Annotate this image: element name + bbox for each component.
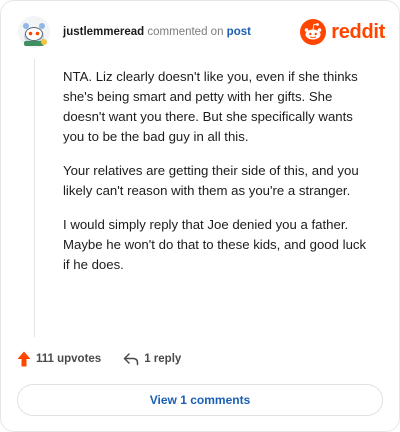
upvote-button[interactable]: 111 upvotes [17,351,101,367]
comment-byline: justlemmeread commented on post [63,26,251,38]
thread-line[interactable] [34,59,35,337]
upvote-count: 111 upvotes [36,353,102,365]
avatar-snoo-icon[interactable] [17,15,51,49]
reddit-wordmark: reddit [331,20,385,43]
reply-button[interactable]: 1 reply [123,352,181,366]
comment-paragraph: Your relatives are getting their side of… [63,163,359,198]
reply-arrow-icon [123,353,139,366]
comment-actions: 111 upvotes 1 reply [17,349,181,369]
comment-body: NTA. Liz clearly doesn't like you, even … [63,67,375,289]
comment-paragraph: I would simply reply that Joe denied you… [63,217,367,272]
upvote-arrow-icon [17,351,31,367]
post-link[interactable]: post [227,26,251,38]
reddit-logo-icon [300,19,327,45]
comment-card: justlemmeread commented on post reddit N… [0,0,400,432]
comment-paragraph: NTA. Liz clearly doesn't like you, even … [63,69,358,144]
comment-header: justlemmeread commented on post reddit [17,15,385,55]
reply-count: 1 reply [144,353,182,365]
reddit-logo[interactable]: reddit [299,17,385,47]
username-link[interactable]: justlemmeread [63,26,144,38]
view-comments-button[interactable]: View 1 comments [17,384,383,416]
byline-verb: commented on [147,26,224,38]
